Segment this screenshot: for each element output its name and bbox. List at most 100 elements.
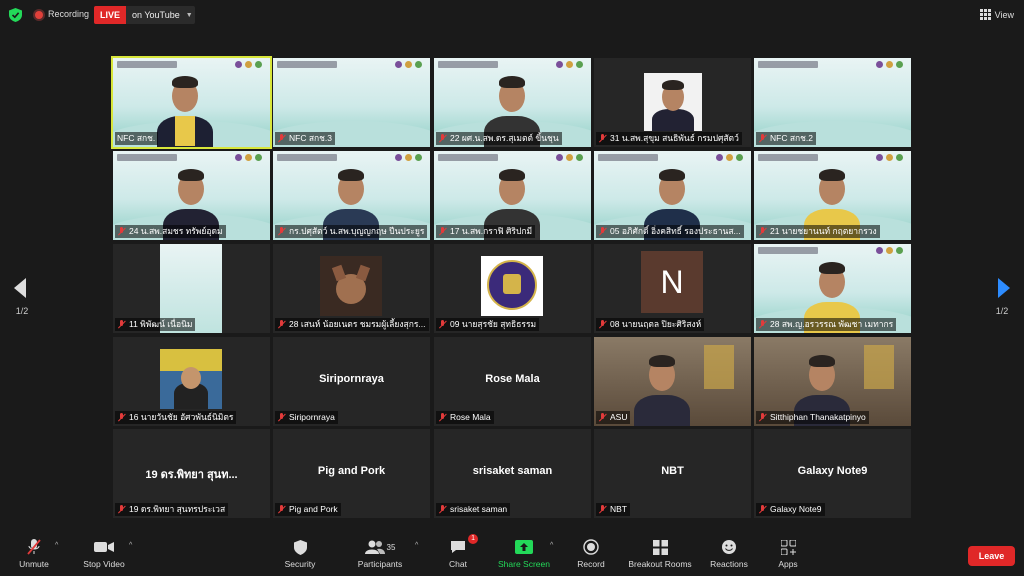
- participant-video-tile[interactable]: 28 เสนห์ น้อยเนตร ชมรมผู้เลี้ยงสุกร...: [273, 244, 430, 333]
- next-page-arrow-icon[interactable]: [998, 278, 1010, 298]
- breakout-rooms-icon: [652, 539, 668, 555]
- unmute-button[interactable]: Unmute: [14, 538, 54, 569]
- mic-muted-icon: [438, 320, 447, 329]
- participant-video-tile[interactable]: 09 นายสุรชัย สุทธิธรรม: [434, 244, 591, 333]
- audio-options-caret-icon[interactable]: ^: [55, 542, 58, 549]
- previous-page-arrow-icon[interactable]: [14, 278, 26, 298]
- stop-video-button[interactable]: Stop Video: [80, 538, 128, 569]
- reactions-smiley-icon: [722, 540, 736, 554]
- chat-unread-badge: 1: [468, 534, 478, 544]
- breakout-rooms-button[interactable]: Breakout Rooms: [624, 538, 696, 569]
- participant-nameplate: 09 นายสุรชัย สุทธิธรรม: [436, 318, 540, 331]
- chat-label: Chat: [449, 559, 467, 569]
- chat-button[interactable]: 1 Chat: [444, 534, 478, 569]
- participant-nameplate: 08 นายนฤตล ปิยะศิริสงห์: [596, 318, 705, 331]
- grid-view-icon: [979, 9, 991, 20]
- participant-name-label: 22 ผศ.น.สพ.ดร.สุเมตต์ ขิ้นชุน: [450, 133, 559, 143]
- participant-video-tile[interactable]: 31 น.สพ.สุขุม สนธิพันธ์ กรมปศุสัตว์: [594, 58, 751, 147]
- participant-display-name: Rose Mala: [485, 373, 540, 385]
- participants-count: 35: [386, 542, 396, 552]
- participant-video-tile[interactable]: 24 น.สพ.สมชร ทรัพย์อุดม: [113, 151, 270, 240]
- participant-nameplate: 31 น.สพ.สุขุม สนธิพันธ์ กรมปศุสัตว์: [596, 132, 742, 145]
- participant-video-tile[interactable]: Rose Mala Rose Mala: [434, 337, 591, 426]
- shield-check-icon[interactable]: [9, 8, 22, 22]
- participant-initial-avatar: N: [641, 251, 703, 313]
- participant-name-label: 19 ดร.พิทยา สุนทรประเวส: [129, 504, 226, 514]
- mic-muted-icon: [438, 505, 447, 514]
- participant-nameplate: กร.ปศุสัตว์ น.สพ.บุญญกฤษ ปีนประยูร: [275, 225, 428, 238]
- security-button[interactable]: Security: [280, 538, 320, 569]
- participant-video-tile[interactable]: 11 พิพัฒน์ เนื่อนิม: [113, 244, 270, 333]
- participant-nameplate: ASU: [596, 411, 631, 424]
- participant-nameplate: 28 สพ.ญ.อรวรรณ พัฒชา เมทากร: [756, 318, 897, 331]
- participant-name-label: 16 นายวันชัย อัศวพันธ์นิมิตร: [129, 412, 234, 422]
- mic-muted-icon: [598, 134, 607, 143]
- organization-logo-image: [481, 256, 543, 316]
- record-label: Record: [577, 559, 605, 569]
- participant-name-label: Galaxy Note9: [770, 504, 822, 514]
- participant-video-tile[interactable]: กร.ปศุสัตว์ น.สพ.บุญญกฤษ ปีนประยูร: [273, 151, 430, 240]
- participant-video-tile[interactable]: Sitthiphan Thanakatpinyo: [754, 337, 911, 426]
- leave-button[interactable]: Leave: [968, 546, 1015, 566]
- participant-nameplate: Galaxy Note9: [756, 503, 825, 516]
- participant-name-label: 21 นายชยานนท์ กฤตยากรวง: [770, 226, 877, 236]
- apps-button[interactable]: Apps: [774, 538, 802, 569]
- mic-muted-icon: [758, 227, 767, 236]
- participant-video-tile[interactable]: 17 น.สพ.กราฟิ ศิริปกมี: [434, 151, 591, 240]
- participant-nameplate: 19 ดร.พิทยา สุนทรประเวส: [115, 503, 229, 516]
- mic-muted-icon: [758, 413, 767, 422]
- live-platform-label: on YouTube: [132, 10, 180, 20]
- participant-video-tile[interactable]: 05 อภิศักดิ์ อิ่งคสิทธิ์ รองประธานส...: [594, 151, 751, 240]
- participant-nameplate: 24 น.สพ.สมชร ทรัพย์อุดม: [115, 225, 226, 238]
- participant-video-tile[interactable]: Galaxy Note9 Galaxy Note9: [754, 429, 911, 518]
- page-indicator-right: 1/2: [995, 306, 1009, 316]
- participant-nameplate: 16 นายวันชัย อัศวพันธ์นิมิตร: [115, 411, 237, 424]
- live-stream-button[interactable]: LIVE on YouTube ▼: [94, 6, 195, 24]
- participants-options-caret-icon[interactable]: ^: [415, 542, 418, 549]
- participant-name-label: 11 พิพัฒน์ เนื่อนิม: [129, 319, 193, 329]
- participant-video-tile[interactable]: N 08 นายนฤตล ปิยะศิริสงห์: [594, 244, 751, 333]
- mic-muted-icon: [758, 320, 767, 329]
- participant-video-tile[interactable]: Pig and Pork Pig and Pork: [273, 429, 430, 518]
- mic-muted-icon: [277, 227, 286, 236]
- participant-video-tile[interactable]: 21 นายชยานนท์ กฤตยากรวง: [754, 151, 911, 240]
- participant-video-tile[interactable]: 16 นายวันชัย อัศวพันธ์นิมิตร: [113, 337, 270, 426]
- participant-nameplate: NFC สกช.: [115, 132, 159, 145]
- participant-video-tile[interactable]: ASU: [594, 337, 751, 426]
- mic-muted-icon: [598, 413, 607, 422]
- participant-nameplate: 11 พิพัฒน์ เนื่อนิม: [115, 318, 196, 331]
- participant-display-name: 19 ดร.พิทยา สุนท...: [145, 469, 238, 481]
- video-camera-icon: [94, 542, 114, 552]
- video-options-caret-icon[interactable]: ^: [129, 542, 132, 549]
- participant-video-tile[interactable]: 22 ผศ.น.สพ.ดร.สุเมตต์ ขิ้นชุน: [434, 58, 591, 147]
- participant-name-label: NFC สกช.3: [289, 133, 333, 143]
- participant-video-tile[interactable]: NFC สกช.2: [754, 58, 911, 147]
- participant-name-label: 28 เสนห์ น้อยเนตร ชมรมผู้เลี้ยงสุกร...: [289, 319, 426, 329]
- participant-name-label: 08 นายนฤตล ปิยะศิริสงห์: [610, 319, 702, 329]
- mic-muted-icon: [758, 134, 767, 143]
- participant-video-tile[interactable]: srisaket saman srisaket saman: [434, 429, 591, 518]
- participant-display-name: srisaket saman: [472, 465, 553, 477]
- participant-video-tile[interactable]: NBT NBT: [594, 429, 751, 518]
- participant-video-tile[interactable]: NFC สกช.3: [273, 58, 430, 147]
- reactions-button[interactable]: Reactions: [706, 538, 752, 569]
- record-button[interactable]: Record: [574, 538, 608, 569]
- apps-icon: [780, 539, 796, 555]
- participant-video-tile[interactable]: 19 ดร.พิทยา สุนท... 19 ดร.พิทยา สุนทรประเ…: [113, 429, 270, 518]
- participant-video-tile[interactable]: Siripornraya Siripornraya: [273, 337, 430, 426]
- participant-video-tile[interactable]: NFC สกช.: [113, 58, 270, 147]
- participant-nameplate: NFC สกช.2: [756, 132, 817, 145]
- participant-name-label: Siripornraya: [289, 412, 335, 422]
- participant-nameplate: Siripornraya: [275, 411, 338, 424]
- participant-name-label: NBT: [610, 504, 627, 514]
- security-shield-icon: [293, 539, 307, 555]
- participant-name-label: กร.ปศุสัตว์ น.สพ.บุญญกฤษ ปีนประยูร: [289, 226, 425, 236]
- share-options-caret-icon[interactable]: ^: [550, 542, 553, 549]
- participant-nameplate: 17 น.สพ.กราฟิ ศิริปกมี: [436, 225, 536, 238]
- share-screen-button[interactable]: Share Screen: [496, 538, 552, 569]
- participants-button[interactable]: 35 Participants: [353, 538, 407, 569]
- view-button[interactable]: View: [979, 9, 1014, 20]
- recording-label: Recording: [48, 9, 90, 19]
- participant-video-tile[interactable]: 28 สพ.ญ.อรวรรณ พัฒชา เมทากร: [754, 244, 911, 333]
- participant-nameplate: srisaket saman: [436, 503, 511, 516]
